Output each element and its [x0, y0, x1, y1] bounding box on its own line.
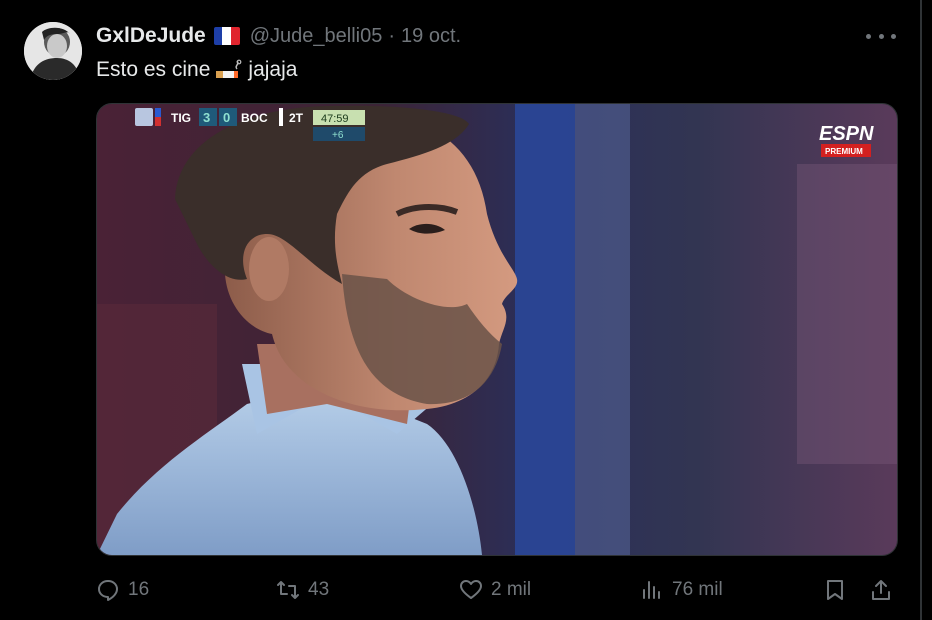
heart-icon — [460, 580, 482, 599]
cigarette-icon — [214, 59, 244, 81]
tweet-header: GxlDeJude @Jude_belli05 · 19 oct. — [96, 22, 461, 50]
away-team: BOC — [241, 111, 268, 125]
view-count: 76 mil — [672, 579, 723, 600]
home-team: TIG — [171, 111, 191, 125]
display-name[interactable]: GxlDeJude — [96, 24, 206, 48]
repost-count: 43 — [308, 579, 330, 600]
separator-dot: · — [388, 24, 396, 47]
reply-button[interactable]: 16 — [96, 572, 149, 608]
column-divider — [920, 0, 922, 620]
away-score: 0 — [223, 110, 230, 125]
share-button[interactable] — [869, 572, 901, 608]
france-flag-icon — [213, 27, 240, 45]
like-button[interactable]: 2 mil — [459, 572, 531, 608]
period: 2T — [289, 111, 304, 125]
tweet-text: Esto es cine jajaja — [96, 58, 297, 82]
reply-count: 16 — [128, 579, 150, 600]
match-clock: 47:59 — [321, 113, 349, 125]
added-time: +6 — [332, 130, 344, 141]
share-icon — [872, 580, 890, 600]
espn-logo: ESPN PREMIUM — [819, 123, 874, 157]
avatar-image — [24, 22, 82, 80]
like-count: 2 mil — [491, 579, 532, 600]
user-handle[interactable]: @Jude_belli05 — [250, 25, 383, 48]
timestamp[interactable]: 19 oct. — [401, 25, 461, 48]
bookmark-button[interactable] — [823, 572, 855, 608]
bookmark-icon — [827, 580, 843, 600]
views-button[interactable]: 76 mil — [640, 572, 723, 608]
views-icon — [643, 581, 660, 599]
espn-premium-label: PREMIUM — [825, 147, 863, 156]
repost-icon — [277, 581, 299, 599]
media-photo: TIG 3 0 BOC 2T 47:59 +6 ESPN PREMIUM — [97, 104, 897, 555]
more-options-icon[interactable] — [866, 24, 896, 48]
tweet-text-main: Esto es cine — [96, 58, 211, 81]
reply-icon — [98, 580, 118, 601]
home-score: 3 — [203, 110, 210, 125]
espn-logo-text: ESPN — [819, 123, 874, 145]
tweet-text-laugh: jajaja — [248, 58, 298, 81]
tweet-media[interactable]: TIG 3 0 BOC 2T 47:59 +6 ESPN PREMIUM — [96, 103, 898, 556]
tweet-actions: 16 43 2 mil 76 mil — [96, 572, 906, 608]
repost-button[interactable]: 43 — [276, 572, 329, 608]
avatar[interactable] — [24, 22, 82, 80]
